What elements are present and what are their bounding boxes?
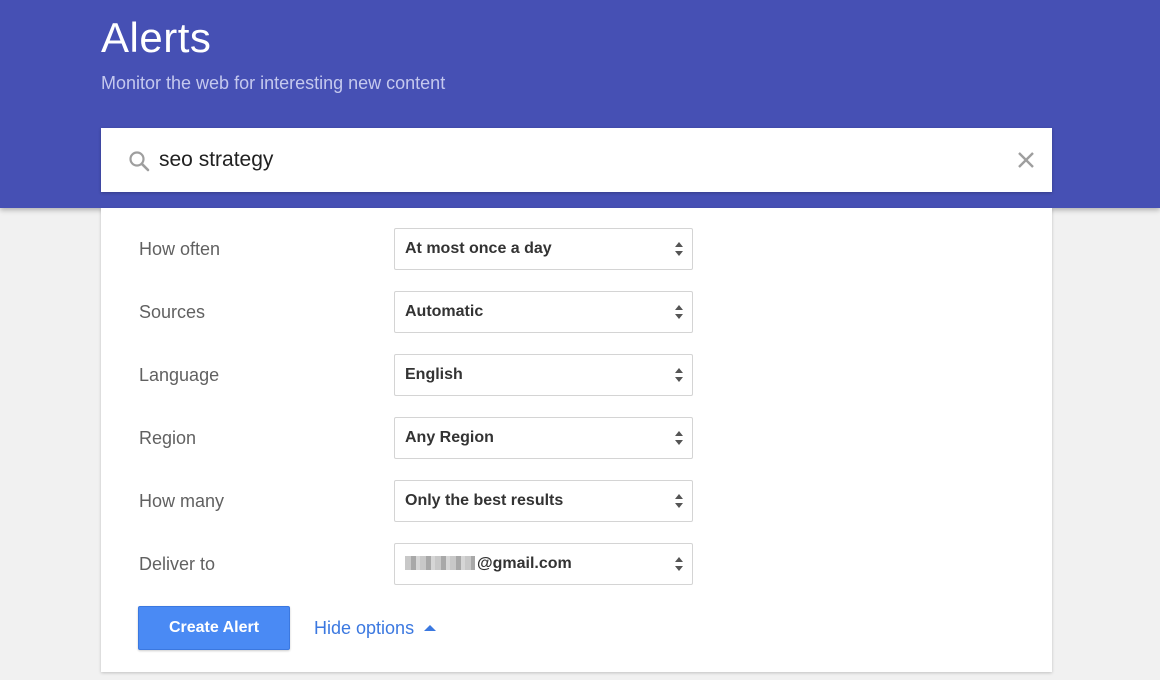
select-value: Any Region — [405, 429, 494, 446]
page-title: Alerts — [101, 14, 212, 61]
search-icon — [129, 151, 150, 172]
option-label: How often — [139, 239, 221, 259]
sources-select[interactable]: Automatic — [394, 291, 693, 333]
search-box — [101, 128, 1052, 192]
sort-arrows-icon — [675, 368, 683, 382]
option-label: Region — [139, 428, 197, 448]
select-value: Automatic — [405, 303, 484, 320]
deliver-to-select[interactable]: @gmail.com — [394, 543, 693, 585]
sort-arrows-icon — [675, 494, 683, 508]
how-many-select[interactable]: Only the best results — [394, 480, 693, 522]
option-row-deliver-to: Deliver to @gmail.com — [101, 543, 1052, 585]
option-label: Deliver to — [139, 554, 216, 574]
redacted-email-mask — [405, 556, 475, 570]
option-row-sources: Sources Automatic — [101, 291, 1052, 333]
option-label: Sources — [139, 302, 206, 322]
sort-arrows-icon — [675, 557, 683, 571]
select-value: Only the best results — [405, 492, 564, 509]
option-row-how-often: How often At most once a day — [101, 228, 1052, 270]
create-alert-button[interactable]: Create Alert — [138, 606, 290, 650]
option-row-region: Region Any Region — [101, 417, 1052, 459]
sort-arrows-icon — [675, 242, 683, 256]
how-often-select[interactable]: At most once a day — [394, 228, 693, 270]
sort-arrows-icon — [675, 305, 683, 319]
search-input[interactable] — [159, 142, 979, 178]
option-label: Language — [139, 365, 220, 385]
page-subtitle: Monitor the web for interesting new cont… — [101, 73, 446, 93]
close-icon[interactable] — [1016, 150, 1036, 170]
hide-options-label: Hide options — [314, 618, 415, 638]
triangle-up-icon — [424, 625, 437, 631]
sort-arrows-icon — [675, 431, 683, 445]
option-label: How many — [139, 491, 225, 511]
language-select[interactable]: English — [394, 354, 693, 396]
option-row-how-many: How many Only the best results — [101, 480, 1052, 522]
alert-options-panel: How often At most once a day Sources Aut… — [101, 208, 1052, 672]
option-row-language: Language English — [101, 354, 1052, 396]
select-value: At most once a day — [405, 240, 552, 257]
select-value: @gmail.com — [405, 555, 572, 573]
select-value: English — [405, 366, 463, 383]
region-select[interactable]: Any Region — [394, 417, 693, 459]
email-domain: @gmail.com — [477, 555, 572, 572]
hide-options-link[interactable]: Hide options — [314, 618, 437, 639]
